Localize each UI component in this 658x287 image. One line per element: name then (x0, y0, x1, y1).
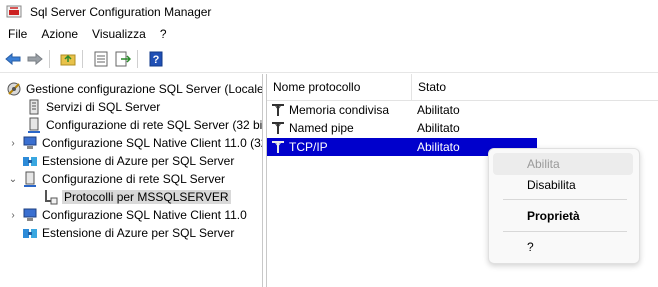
menu-separator (503, 199, 627, 200)
menu-bar: File Azione Visualizza ? (0, 24, 658, 44)
protocol-icon (270, 102, 286, 118)
forward-icon[interactable] (26, 50, 44, 68)
up-folder-icon[interactable] (59, 50, 77, 68)
tree-item-protocols[interactable]: Protocolli per MSSQLSERVER (42, 188, 231, 206)
menu-item-help[interactable]: ? (493, 236, 633, 258)
network-config-icon (22, 171, 38, 187)
toolbar: ? (0, 46, 658, 73)
protocol-state: Abilitato (417, 103, 460, 117)
protocols-icon (42, 189, 58, 205)
menu-separator (503, 231, 627, 232)
tree-item-label: Configurazione di rete SQL Server (32 bi… (46, 118, 263, 132)
protocol-row-shared-memory[interactable]: Memoria condivisa Abilitato (267, 101, 537, 119)
toolbar-separator (49, 50, 50, 68)
svg-text:?: ? (153, 54, 160, 66)
native-client-icon (22, 135, 38, 151)
title-bar: Sql Server Configuration Manager (0, 0, 658, 24)
root-config-icon (6, 81, 22, 97)
services-icon (26, 99, 42, 115)
protocol-name: TCP/IP (289, 140, 328, 154)
chevron-right-icon[interactable]: › (8, 138, 18, 149)
back-icon[interactable] (4, 50, 22, 68)
tree-item-label: Gestione configurazione SQL Server (Loca… (26, 82, 263, 96)
tree-pane: Gestione configurazione SQL Server (Loca… (0, 74, 263, 287)
azure-extension-icon (22, 225, 38, 241)
tree-item-label: Estensione di Azure per SQL Server (42, 226, 235, 240)
menu-azione[interactable]: Azione (35, 27, 84, 41)
tree-item-label: Servizi di SQL Server (46, 100, 161, 114)
tree-item-native-client-32[interactable]: › Configurazione SQL Native Client 11.0 … (8, 134, 263, 152)
azure-extension-icon (22, 153, 38, 169)
toolbar-separator (82, 50, 83, 68)
protocol-row-named-pipe[interactable]: Named pipe Abilitato (267, 119, 537, 137)
properties-icon[interactable] (92, 50, 110, 68)
sql-config-manager-icon (6, 4, 22, 20)
tree-item-native-client[interactable]: › Configurazione SQL Native Client 11.0 (8, 206, 247, 224)
menu-visualizza[interactable]: Visualizza (86, 27, 152, 41)
protocol-name: Named pipe (289, 121, 354, 135)
tree-item-services[interactable]: Servizi di SQL Server (26, 98, 160, 116)
menu-file[interactable]: File (2, 27, 33, 41)
tree-item-network[interactable]: ⌄ Configurazione di rete SQL Server (8, 170, 225, 188)
protocol-icon (270, 139, 286, 155)
toolbar-separator (137, 50, 138, 68)
protocol-state: Abilitato (417, 121, 460, 135)
native-client-icon (22, 207, 38, 223)
menu-item-disable[interactable]: Disabilita (493, 174, 633, 196)
tree-item-network-32[interactable]: Configurazione di rete SQL Server (32 bi… (26, 116, 263, 134)
chevron-down-icon[interactable]: ⌄ (8, 174, 18, 185)
help-icon[interactable]: ? (147, 50, 165, 68)
tree-item-label: Estensione di Azure per SQL Server (42, 154, 235, 168)
column-header-name[interactable]: Nome protocollo (267, 74, 412, 100)
tree-item-label: Configurazione SQL Native Client 11.0 (42, 208, 247, 222)
tree-item-azure-1[interactable]: Estensione di Azure per SQL Server (22, 152, 234, 170)
protocol-state: Abilitato (417, 140, 460, 154)
context-menu: Abilita Disabilita Proprietà ? (488, 148, 640, 264)
protocol-name: Memoria condivisa (289, 103, 390, 117)
tree-item-label: Configurazione di rete SQL Server (42, 172, 225, 186)
column-headers: Nome protocollo Stato (267, 74, 658, 101)
tree-item-root[interactable]: Gestione configurazione SQL Server (Loca… (6, 80, 263, 98)
menu-item-properties[interactable]: Proprietà (493, 205, 633, 227)
protocol-icon (270, 120, 286, 136)
network-config-icon (26, 117, 42, 133)
chevron-right-icon[interactable]: › (8, 210, 18, 221)
tree-item-label: Configurazione SQL Native Client 11.0 (3… (42, 136, 263, 150)
menu-help[interactable]: ? (154, 27, 173, 41)
column-header-state[interactable]: Stato (412, 74, 446, 100)
menu-item-enable[interactable]: Abilita (493, 153, 633, 175)
window-title: Sql Server Configuration Manager (30, 5, 212, 19)
tree-item-label: Protocolli per MSSQLSERVER (62, 190, 231, 204)
tree-item-azure-2[interactable]: Estensione di Azure per SQL Server (22, 224, 234, 242)
export-icon[interactable] (114, 50, 132, 68)
